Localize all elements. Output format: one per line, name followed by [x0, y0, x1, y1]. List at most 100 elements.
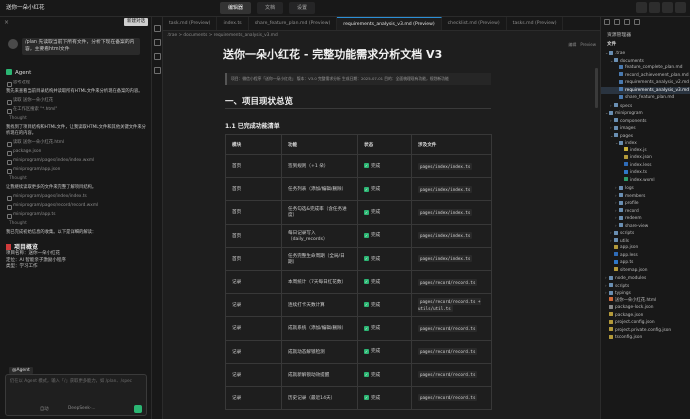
mode-selector[interactable]: 自动	[40, 406, 49, 412]
editor-tab[interactable]: index.ts	[217, 17, 249, 30]
tree-file[interactable]: app.ts	[601, 259, 690, 267]
layout-icon[interactable]	[636, 2, 647, 13]
tree-file[interactable]: record_achievement_plan.md	[601, 72, 690, 80]
editor-tab[interactable]: checklist.md (Preview)	[442, 17, 507, 30]
tree-folder[interactable]: › node_modules	[601, 274, 690, 282]
tree-folder[interactable]: ⌄ documents	[601, 57, 690, 65]
tree-folder[interactable]: › typings	[601, 289, 690, 297]
collapse-icon[interactable]	[634, 19, 640, 25]
tree-file[interactable]: share_feature_plan.md	[601, 94, 690, 102]
md-icon	[619, 72, 623, 76]
tree-folder[interactable]: › share-view	[601, 222, 690, 230]
tree-label: package.json	[615, 312, 644, 318]
table-cell: 记录	[225, 269, 282, 295]
close-chat-icon[interactable]: ×	[4, 19, 9, 26]
tool-call-item[interactable]: miniprogram/pages/record/record.wxml	[6, 203, 146, 210]
user-message-text: /plan 先读取当前下所有文件，分析下现在备案的内容，主要看html文件	[22, 38, 140, 55]
tree-file[interactable]: index.wxml	[601, 177, 690, 185]
thought-item[interactable]: Thought	[6, 221, 146, 227]
new-chat-button[interactable]: 新建对话	[124, 18, 148, 26]
edit-button[interactable]: 编辑	[568, 41, 576, 48]
tree-folder[interactable]: › members	[601, 192, 690, 200]
tree-folder[interactable]: › images	[601, 124, 690, 132]
check-icon: ✓	[364, 325, 369, 331]
tree-file[interactable]: app.json	[601, 244, 690, 252]
new-folder-icon[interactable]	[614, 19, 620, 25]
chat-composer[interactable]: @Agent 仍在以 Agent 模式，输入「/」获取更多能力，如 /plan、…	[5, 367, 147, 416]
tree-folder[interactable]: › components	[601, 117, 690, 125]
lock-icon	[609, 304, 613, 309]
tree-file[interactable]: project.private.config.json	[601, 327, 690, 335]
tool-call-item[interactable]: 读取 送你一朵小红花	[6, 98, 146, 105]
tool-call-item[interactable]: miniprogram/pages/index/index.wxml	[6, 158, 146, 165]
tree-file[interactable]: package-lock.json	[601, 304, 690, 312]
tree-folder[interactable]: › logs	[601, 184, 690, 192]
scrollbar[interactable]	[595, 68, 598, 108]
tool-call-item[interactable]: miniprogram/app.json	[6, 167, 146, 174]
tree-file[interactable]: project.config.json	[601, 319, 690, 327]
tree-folder[interactable]: › specs	[601, 102, 690, 110]
tree-file[interactable]: package.json	[601, 312, 690, 320]
tree-folder[interactable]: ⌄ .trae	[601, 49, 690, 57]
table-cell: 成就动态解锁检测	[281, 339, 358, 364]
editor-tab[interactable]: task.md (Preview)	[163, 17, 218, 30]
tree-file[interactable]: index.js	[601, 147, 690, 155]
tree-folder[interactable]: ⌄ index	[601, 139, 690, 147]
maximize-icon[interactable]	[662, 2, 673, 13]
editor-tab[interactable]: tasks.md (Preview)	[507, 17, 564, 30]
breadcrumb[interactable]: .trae > documents > requirements_analysi…	[163, 31, 600, 40]
thought-item[interactable]: Thought	[6, 176, 146, 182]
tree-folder[interactable]: › scripts	[601, 229, 690, 237]
model-selector[interactable]: DeepSeek-...	[68, 406, 95, 411]
table-row: 首页 签到规则（+1 朵） ✓ 完成 pages/index/index.ts	[225, 153, 492, 179]
extensions-icon[interactable]	[154, 67, 161, 74]
tree-folder[interactable]: › record	[601, 207, 690, 215]
tool-call-item[interactable]: 在工作区搜索 "*.html"	[6, 107, 146, 114]
table-cell: pages/record/record.ts	[411, 385, 492, 411]
tree-folder[interactable]: › redeem	[601, 214, 690, 222]
tree-file[interactable]: sitemap.json	[601, 267, 690, 275]
file-explorer: 资源管理器 文件 ⌄ .trae ⌄ documents feature_complet…	[600, 17, 690, 419]
composer-input[interactable]: 仍在以 Agent 模式，输入「/」获取更多能力，如 /plan、/spec	[10, 379, 144, 385]
tree-file[interactable]: index.ts	[601, 169, 690, 177]
tree-file[interactable]: requirements_analysis_v2.md	[601, 79, 690, 87]
tree-folder[interactable]: › scripts	[601, 282, 690, 290]
folder-icon	[609, 290, 613, 295]
tree-folder[interactable]: ⌄ miniprogram	[601, 109, 690, 117]
preview-button[interactable]: Preview	[580, 41, 596, 48]
status-text: 完成	[371, 210, 381, 216]
tree-folder[interactable]: › utils	[601, 237, 690, 245]
status-badge: ✓ 完成	[364, 302, 380, 308]
close-icon[interactable]	[675, 2, 686, 13]
editor-tab[interactable]: share_feature_plan.md (Preview)	[249, 17, 338, 30]
tree-file[interactable]: tsconfig.json	[601, 334, 690, 342]
thought-item[interactable]: Thought	[6, 116, 146, 122]
tool-call-item[interactable]: package.json	[6, 149, 146, 156]
tree-file[interactable]: index.json	[601, 154, 690, 162]
agent-mention-chip[interactable]: @Agent	[9, 367, 33, 374]
search-icon[interactable]	[154, 39, 161, 46]
tree-folder[interactable]: › profile	[601, 199, 690, 207]
tree-folder[interactable]: ⌄ pages	[601, 132, 690, 140]
refresh-icon[interactable]	[624, 19, 630, 25]
tool-call-item[interactable]: miniprogram/pages/index/index.ts	[6, 194, 146, 201]
new-file-icon[interactable]	[604, 19, 610, 25]
tree-label: scripts	[615, 283, 630, 289]
tool-call-item[interactable]: miniprogram/app.ts	[6, 212, 146, 219]
tool-call-item[interactable]: 思考过程	[6, 80, 146, 87]
mode-tab-docs[interactable]: 文档	[257, 2, 284, 14]
files-section[interactable]: 文件	[607, 41, 616, 47]
tree-file[interactable]: feature_complete_plan.md	[601, 64, 690, 72]
tree-file[interactable]: index.less	[601, 162, 690, 170]
tree-file[interactable]: 送你一朵小红花.html	[601, 297, 690, 305]
tree-file[interactable]: app.less	[601, 252, 690, 260]
minimize-icon[interactable]	[649, 2, 660, 13]
mode-tab-settings[interactable]: 设置	[289, 2, 316, 14]
tree-file[interactable]: requirements_analysis_v3.md	[601, 86, 690, 94]
explorer-icon[interactable]	[154, 25, 161, 32]
source-control-icon[interactable]	[154, 53, 161, 60]
tool-call-item[interactable]: 读取 送你一朵小红花.html	[6, 140, 146, 147]
send-button[interactable]	[134, 405, 142, 413]
editor-tab[interactable]: requirements_analysis_v3.md (Preview)	[337, 17, 442, 30]
mode-tab-editor[interactable]: 编辑器	[220, 2, 252, 14]
